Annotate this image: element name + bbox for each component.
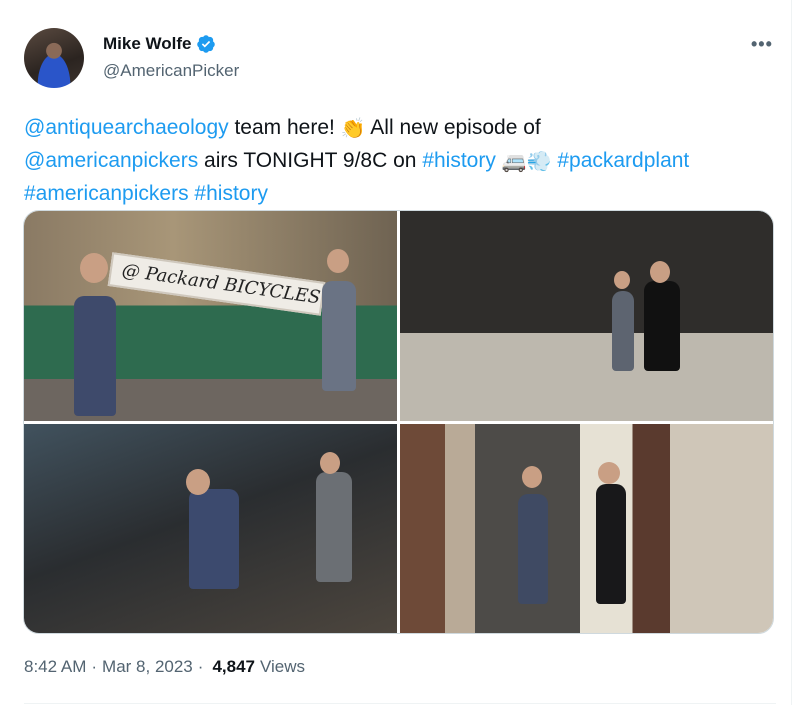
divider — [791, 0, 792, 705]
person-figure — [612, 291, 634, 371]
text-segment: All new episode of — [365, 116, 541, 139]
hashtag-link[interactable]: #history — [194, 182, 268, 205]
person-head — [522, 466, 542, 488]
minibus-icon: 🚐 — [501, 151, 527, 173]
mention-link[interactable]: @antiquearchaeology — [24, 116, 229, 139]
person-head — [614, 271, 630, 289]
verified-badge-icon — [197, 35, 216, 53]
tweet-text: @antiquearchaeology team here! 👏 All new… — [24, 112, 784, 209]
person-figure — [189, 489, 239, 589]
person-figure — [644, 281, 680, 371]
person-figure — [322, 281, 356, 391]
packard-sign: @ Packard BICYCLES — [107, 252, 326, 316]
author-display-name[interactable]: Mike Wolfe — [103, 34, 191, 54]
tweet-date[interactable]: Mar 8, 2023 — [102, 657, 193, 677]
person-head — [80, 253, 108, 283]
avatar[interactable] — [24, 28, 84, 88]
author-name-row: Mike Wolfe — [103, 34, 216, 54]
hashtag-link[interactable]: #packardplant — [557, 149, 689, 172]
text-segment: team here! — [228, 116, 341, 139]
person-figure — [596, 484, 626, 604]
more-options-icon[interactable]: ••• — [751, 34, 773, 55]
tweet-card: Mike Wolfe @AmericanPicker ••• @antiquea… — [0, 0, 800, 705]
mention-link[interactable]: @americanpickers — [24, 149, 198, 172]
photo-cluttered-room[interactable] — [24, 424, 397, 633]
person-head — [650, 261, 670, 283]
separator: · — [197, 657, 204, 676]
photo-packard-sign[interactable]: @ Packard BICYCLES — [24, 211, 397, 421]
person-head — [186, 469, 210, 495]
hashtag-link[interactable]: #history — [422, 149, 496, 172]
person-head — [320, 452, 340, 474]
text-segment: airs TONIGHT 9/8C on — [198, 149, 423, 172]
views-label: Views — [260, 657, 306, 676]
person-head — [598, 462, 620, 484]
person-figure — [518, 494, 548, 604]
person-figure — [74, 296, 116, 416]
tweet-time[interactable]: 8:42 AM — [24, 657, 86, 677]
views-count: 4,847 — [212, 657, 255, 676]
person-figure — [316, 472, 352, 582]
clapping-hands-icon: 👏 — [340, 118, 366, 140]
photo-doorway[interactable] — [400, 424, 773, 633]
tweet-meta: 8:42 AM · Mar 8, 2023 · 4,847 Views — [24, 657, 305, 677]
media-grid: @ Packard BICYCLES — [23, 210, 774, 634]
hashtag-link[interactable]: #americanpickers — [24, 182, 189, 205]
divider — [24, 703, 776, 704]
person-head — [327, 249, 349, 273]
dash-icon: 💨 — [526, 151, 552, 173]
photo-plant-ruins[interactable] — [400, 211, 773, 421]
author-handle[interactable]: @AmericanPicker — [103, 61, 239, 81]
separator: · — [91, 657, 98, 676]
